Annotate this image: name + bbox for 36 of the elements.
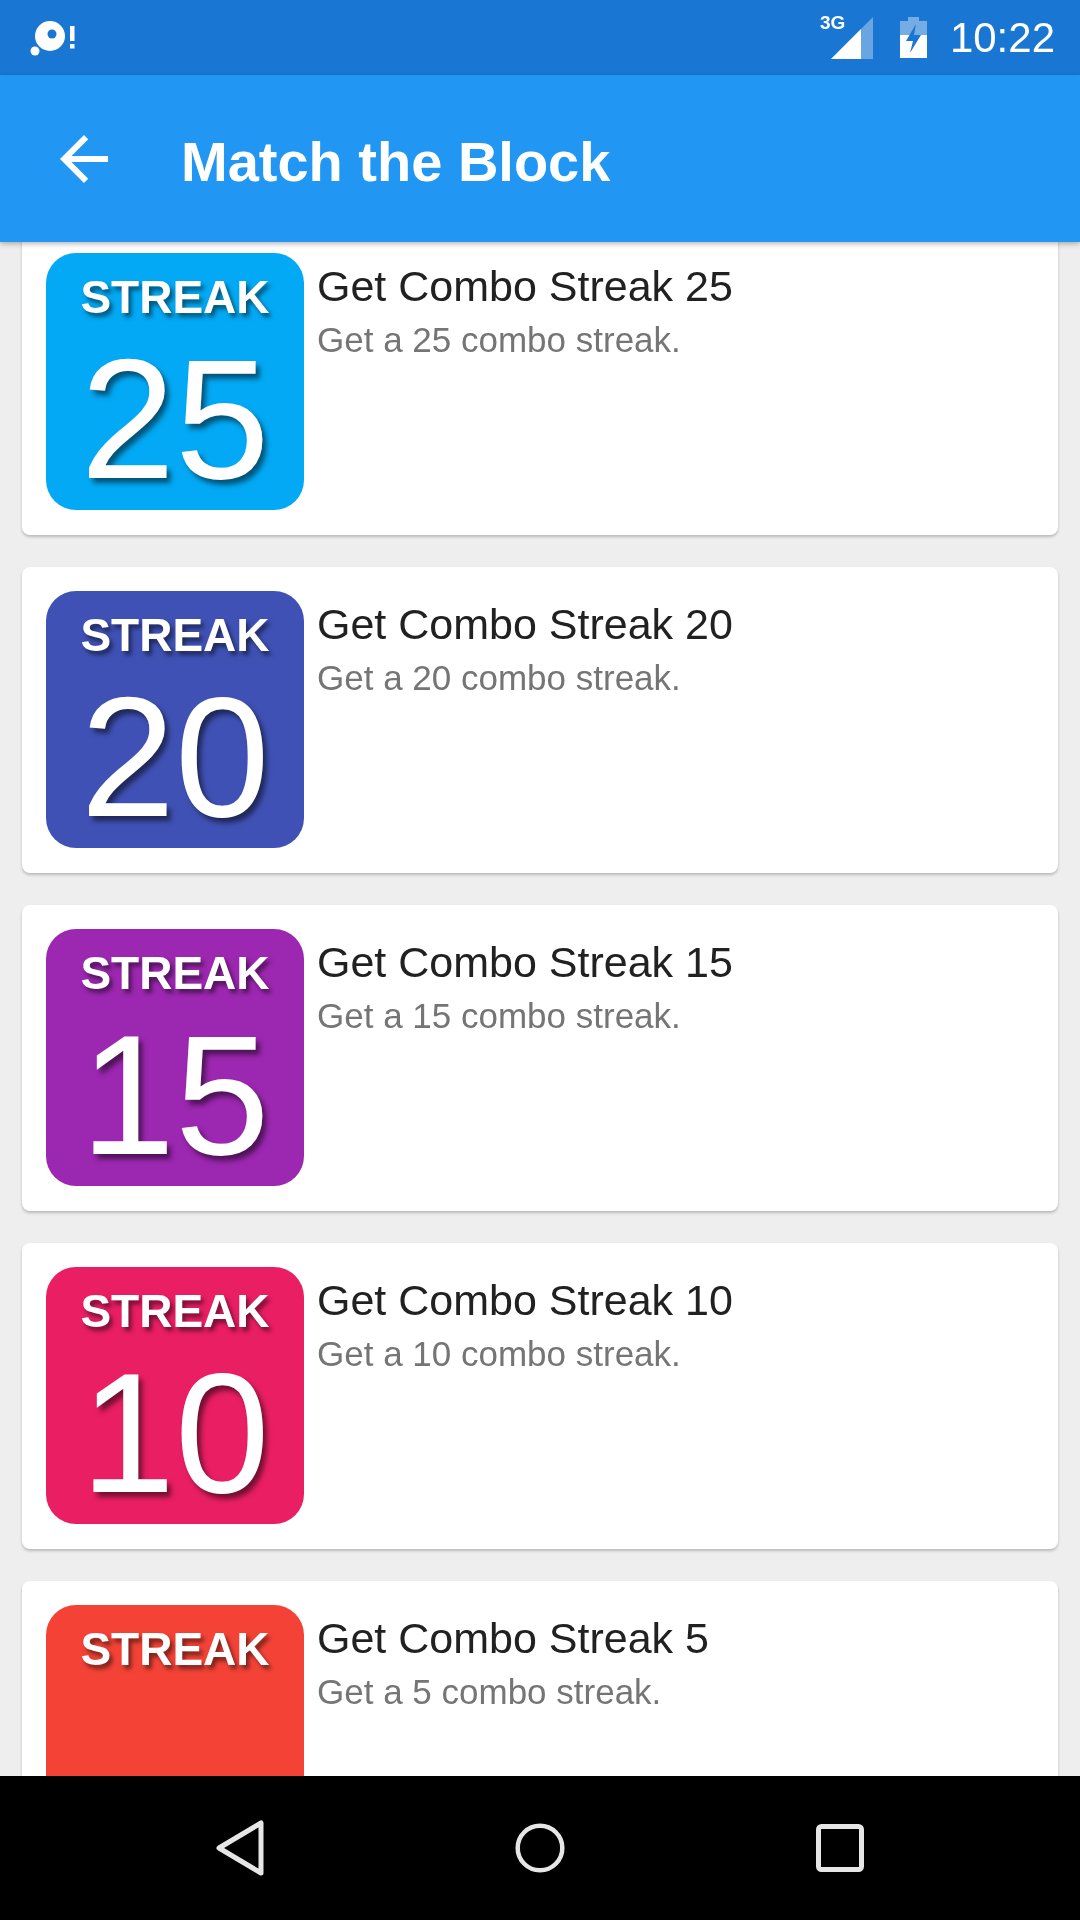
achievement-description: Get a 5 combo streak. <box>317 1671 662 1712</box>
achievement-card[interactable]: STREAK 20 Get Combo Streak 20 Get a 20 combo streak. <box>22 567 1058 873</box>
circle-icon <box>515 1820 565 1876</box>
badge-number: 10 <box>80 1348 270 1518</box>
achievement-description: Get a 10 combo streak. <box>317 1333 681 1374</box>
achievement-card[interactable]: STREAK Get Combo Streak 5 Get a 5 combo streak. <box>22 1581 1058 1776</box>
network-type-label: 3G <box>819 12 846 32</box>
badge-label: STREAK <box>80 1626 270 1672</box>
achievement-description: Get a 25 combo streak. <box>317 319 681 360</box>
notification-icon <box>30 19 76 56</box>
achievement-title: Get Combo Streak 20 <box>317 599 733 650</box>
achievement-title: Get Combo Streak 15 <box>317 937 733 988</box>
badge-number: 15 <box>80 1010 270 1180</box>
badge-label: STREAK <box>80 1288 270 1334</box>
achievement-title: Get Combo Streak 10 <box>317 1275 733 1326</box>
achievement-description: Get a 20 combo streak. <box>317 657 681 698</box>
back-button[interactable] <box>60 134 108 183</box>
status-time: 10:22 <box>949 16 1055 59</box>
home-button[interactable] <box>515 1820 565 1876</box>
achievement-title: Get Combo Streak 25 <box>317 261 733 312</box>
badge-number: 20 <box>80 672 270 842</box>
badge-label: STREAK <box>80 612 270 658</box>
achievement-card[interactable]: STREAK 15 Get Combo Streak 15 Get a 15 combo streak. <box>22 905 1058 1211</box>
app-bar-title: Match the Block <box>181 128 611 190</box>
battery-charging-icon <box>899 17 927 58</box>
back-arrow-icon <box>60 134 108 183</box>
square-icon <box>816 1824 864 1872</box>
achievement-title: Get Combo Streak 5 <box>317 1613 709 1664</box>
badge-label: STREAK <box>80 950 270 996</box>
achievement-description: Get a 15 combo streak. <box>317 995 681 1036</box>
nav-back-button[interactable] <box>215 1820 265 1876</box>
badge-number: 25 <box>80 334 270 504</box>
back-icon <box>215 1820 265 1876</box>
achievement-card[interactable]: STREAK 25 Get Combo Streak 25 Get a 25 combo streak. <box>22 242 1058 535</box>
achievement-card[interactable]: STREAK 10 Get Combo Streak 10 Get a 10 combo streak. <box>22 1243 1058 1549</box>
badge-label: STREAK <box>80 274 270 320</box>
